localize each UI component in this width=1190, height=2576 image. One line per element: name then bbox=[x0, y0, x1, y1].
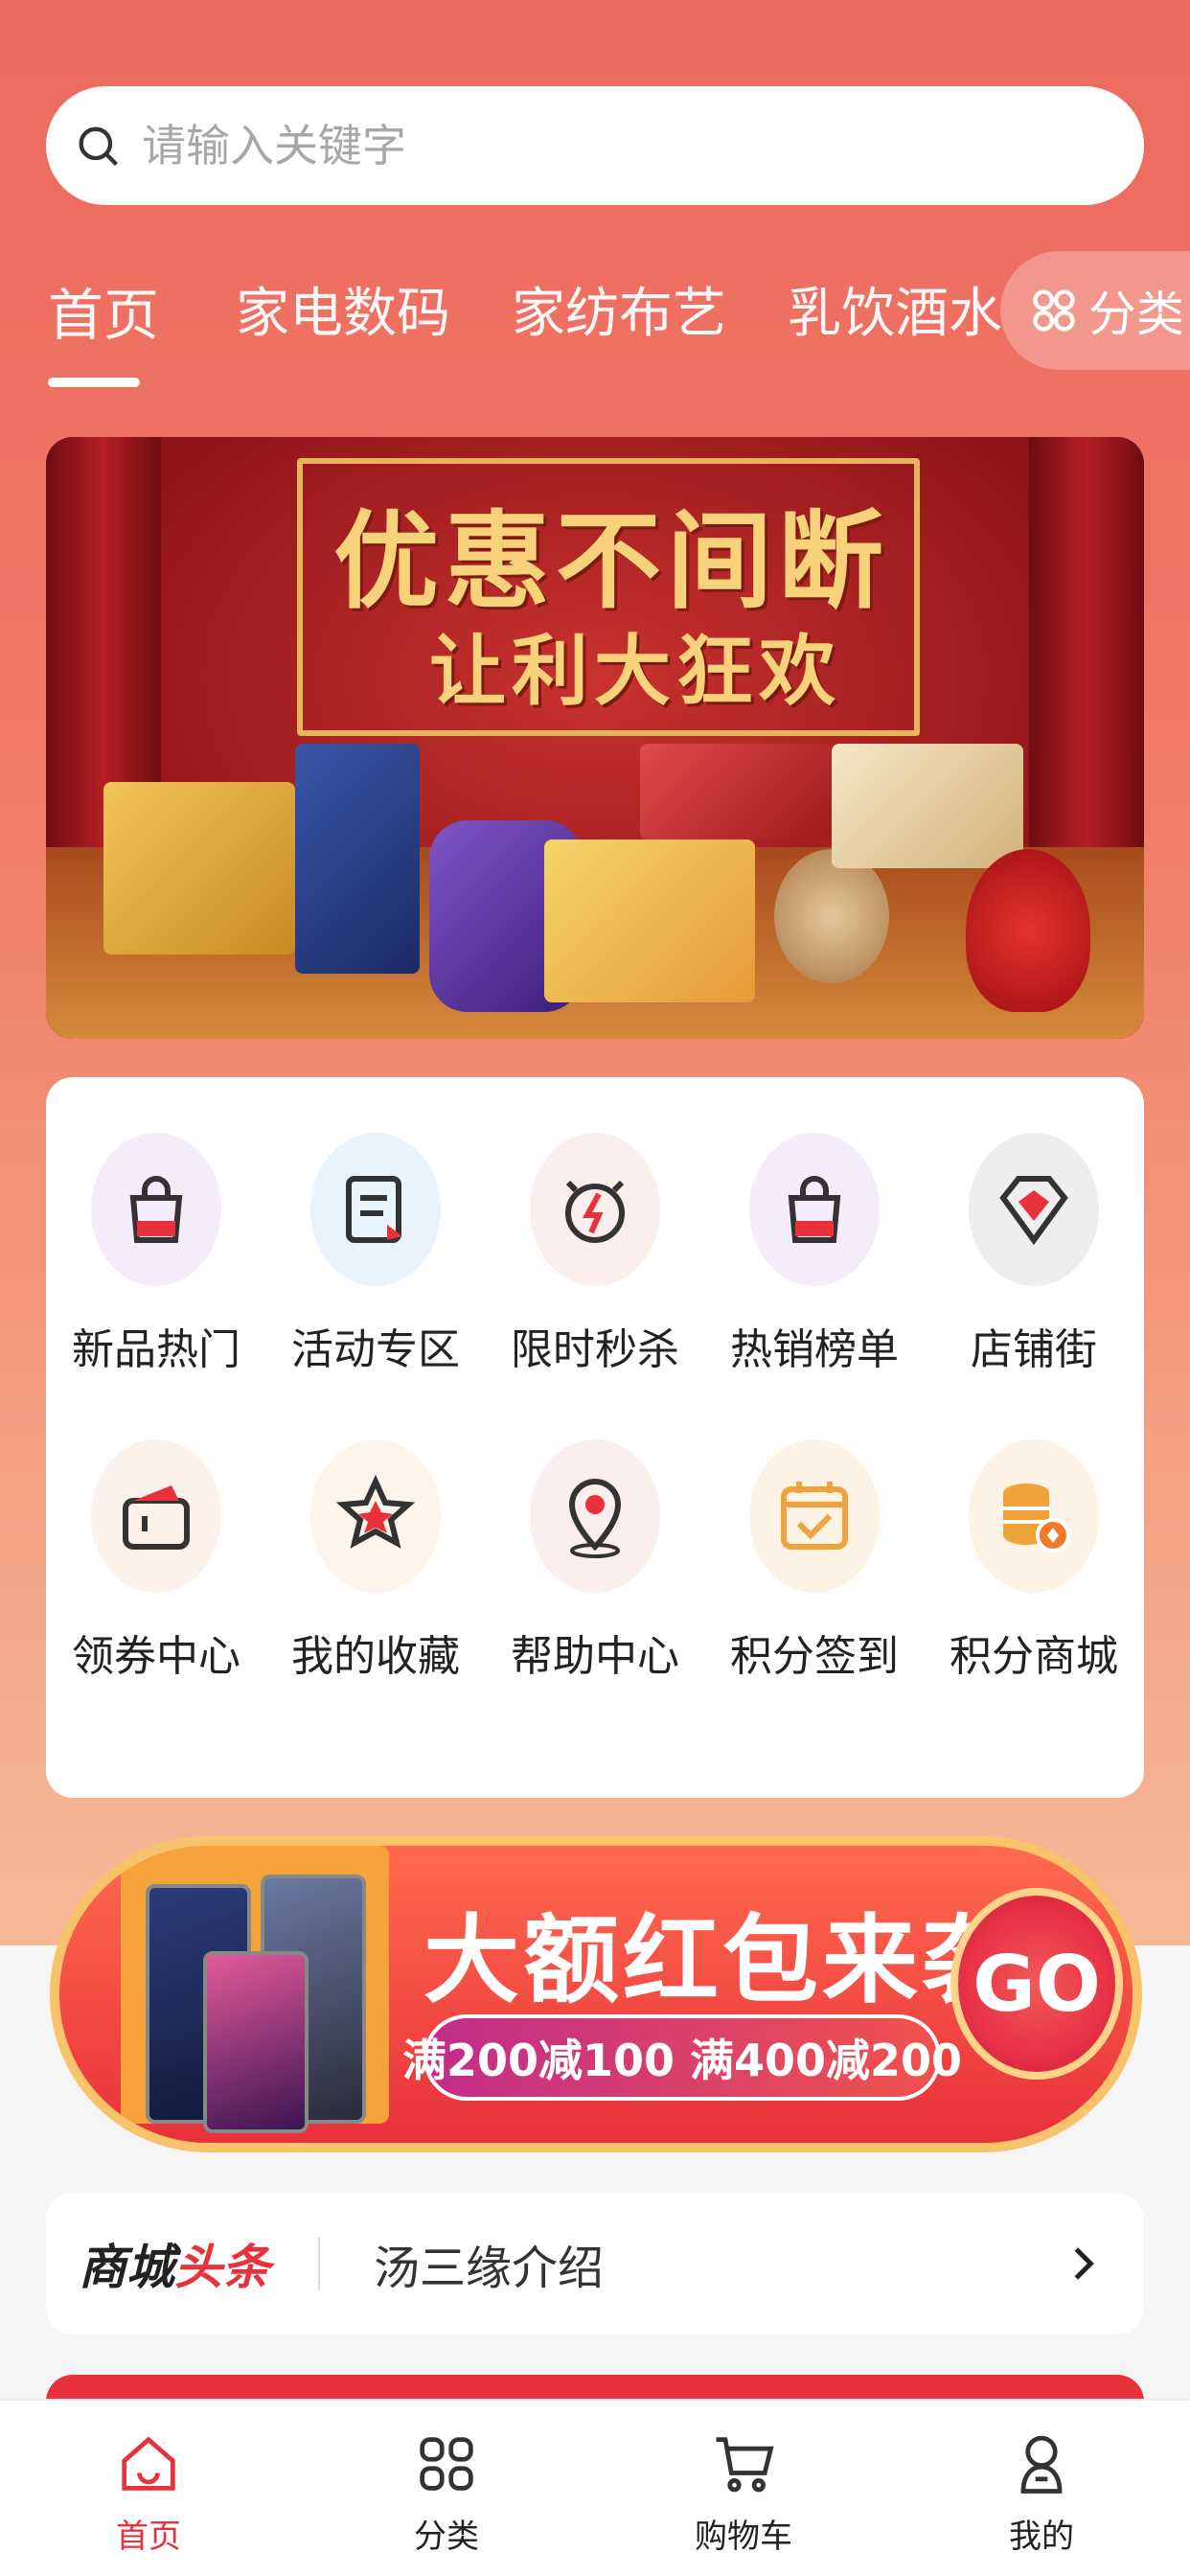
menu-item-my-favorites[interactable]: 我的收藏 bbox=[265, 1439, 486, 1727]
coupon-icon bbox=[123, 1485, 190, 1550]
menu-label: 限时秒杀 bbox=[511, 1325, 679, 1374]
tab-active-indicator bbox=[48, 378, 140, 387]
calendar-check-icon bbox=[781, 1482, 848, 1550]
gift-box-image bbox=[103, 782, 295, 954]
menu-icon-bg bbox=[749, 1133, 880, 1286]
tabbar-home[interactable]: 首页 bbox=[72, 2427, 225, 2557]
menu-item-flash-sale[interactable]: 限时秒杀 bbox=[485, 1133, 705, 1420]
tabbar-category[interactable]: 分类 bbox=[370, 2427, 523, 2557]
gift-set-image bbox=[832, 744, 1023, 868]
mall-headline-bar[interactable]: 商城头条 汤三缘介绍 bbox=[46, 2193, 1144, 2334]
banner-subtitle: 让利大狂欢 bbox=[429, 627, 841, 716]
diamond-icon bbox=[999, 1176, 1068, 1246]
go-button[interactable]: GO bbox=[950, 1888, 1123, 2080]
menu-label: 积分商城 bbox=[950, 1632, 1118, 1681]
red-envelope-promo[interactable]: 大额红包来袭 满200减100 满400减200 GO bbox=[50, 1836, 1142, 2152]
menu-label: 店铺街 bbox=[971, 1325, 1097, 1374]
tab-home-textiles[interactable]: 家纺布艺 bbox=[512, 270, 726, 348]
shopping-bag-icon bbox=[129, 1176, 183, 1243]
tabbar-label: 首页 bbox=[116, 2518, 181, 2556]
menu-item-activity-zone[interactable]: 活动专区 bbox=[265, 1133, 486, 1420]
menu-label: 领券中心 bbox=[72, 1632, 240, 1681]
menu-label: 新品热门 bbox=[72, 1325, 240, 1374]
menu-item-store-street[interactable]: 店铺街 bbox=[924, 1133, 1144, 1420]
menu-icon-bg bbox=[749, 1439, 880, 1593]
user-icon bbox=[1020, 2435, 1063, 2494]
alarm-clock-icon bbox=[565, 1180, 625, 1243]
tabbar-cart[interactable]: 购物车 bbox=[667, 2427, 820, 2557]
menu-item-coupon-center[interactable]: 领券中心 bbox=[46, 1439, 266, 1727]
tabbar-label: 购物车 bbox=[695, 2518, 792, 2556]
tab-dairy-drinks[interactable]: 乳饮酒水 bbox=[788, 270, 1002, 348]
headline-brand: 商城头条 bbox=[79, 2229, 270, 2298]
promo-offer: 满200减100 满400减200 bbox=[402, 2014, 962, 2101]
headline-brand-black: 商城 bbox=[79, 2240, 174, 2295]
coins-icon bbox=[1003, 1484, 1070, 1552]
fruit-basket-image bbox=[640, 744, 832, 840]
location-pin-icon bbox=[568, 1479, 622, 1558]
menu-icon-bg bbox=[530, 1439, 660, 1593]
home-icon bbox=[122, 2436, 175, 2491]
star-icon bbox=[335, 1474, 416, 1549]
menu-label: 帮助中心 bbox=[511, 1632, 679, 1681]
menu-icon-bg bbox=[969, 1439, 1099, 1593]
category-button[interactable]: 分类 bbox=[1000, 251, 1190, 370]
milk-powder-box-image bbox=[544, 840, 755, 1002]
menu-item-new-hot[interactable]: 新品热门 bbox=[46, 1133, 266, 1420]
menu-item-help-center[interactable]: 帮助中心 bbox=[485, 1439, 705, 1727]
tabbar-label: 我的 bbox=[1009, 2518, 1074, 2556]
grid-icon bbox=[420, 2437, 473, 2491]
divider bbox=[318, 2237, 320, 2290]
tab-appliances-digital[interactable]: 家电数码 bbox=[236, 270, 450, 348]
menu-icon-bg bbox=[91, 1439, 221, 1593]
menu-label: 积分签到 bbox=[730, 1632, 899, 1681]
headline-brand-red: 头条 bbox=[174, 2240, 270, 2295]
tab-home[interactable]: 首页 bbox=[48, 270, 159, 351]
menu-label: 热销榜单 bbox=[730, 1325, 899, 1374]
search-icon bbox=[79, 126, 119, 167]
shopping-bag-icon bbox=[788, 1176, 841, 1243]
menu-label: 我的收藏 bbox=[291, 1632, 460, 1681]
menu-icon-bg bbox=[310, 1439, 441, 1593]
menu-item-points-mall[interactable]: 积分商城 bbox=[924, 1439, 1144, 1727]
nuts-image bbox=[774, 849, 889, 983]
fortune-bag-image bbox=[966, 849, 1090, 1012]
menu-item-points-checkin[interactable]: 积分签到 bbox=[704, 1439, 925, 1727]
menu-item-best-sellers[interactable]: 热销榜单 bbox=[704, 1133, 925, 1420]
phone-image bbox=[203, 1951, 309, 2133]
menu-label: 活动专区 bbox=[291, 1325, 460, 1374]
quick-menu-panel: 新品热门 活动专区 限时秒杀 热销榜单 店铺街 领券中心 我的收藏 帮助中心 积… bbox=[46, 1077, 1144, 1798]
product-box-image bbox=[295, 744, 420, 974]
promo-title: 大额红包来袭 bbox=[423, 1904, 1021, 2016]
menu-icon-bg bbox=[969, 1133, 1099, 1286]
bottom-tab-bar: 首页 分类 购物车 我的 bbox=[0, 2399, 1190, 2576]
category-button-label: 分类 bbox=[1088, 287, 1184, 342]
search-input[interactable] bbox=[142, 120, 1004, 172]
headline-text: 汤三缘介绍 bbox=[374, 2242, 605, 2295]
menu-icon-bg bbox=[530, 1133, 660, 1286]
banner-title: 优惠不间断 bbox=[333, 500, 889, 623]
chevron-right-icon[interactable] bbox=[1064, 2244, 1102, 2283]
grid-icon bbox=[1033, 289, 1075, 332]
tabbar-mine[interactable]: 我的 bbox=[965, 2427, 1118, 2557]
search-bar[interactable] bbox=[46, 86, 1144, 205]
menu-icon-bg bbox=[91, 1133, 221, 1286]
shopping-cart-icon bbox=[716, 2437, 774, 2493]
tabbar-label: 分类 bbox=[414, 2518, 479, 2556]
promo-banner[interactable]: 优惠不间断 让利大狂欢 bbox=[46, 437, 1144, 1039]
document-icon bbox=[346, 1176, 402, 1243]
menu-icon-bg bbox=[310, 1133, 441, 1286]
